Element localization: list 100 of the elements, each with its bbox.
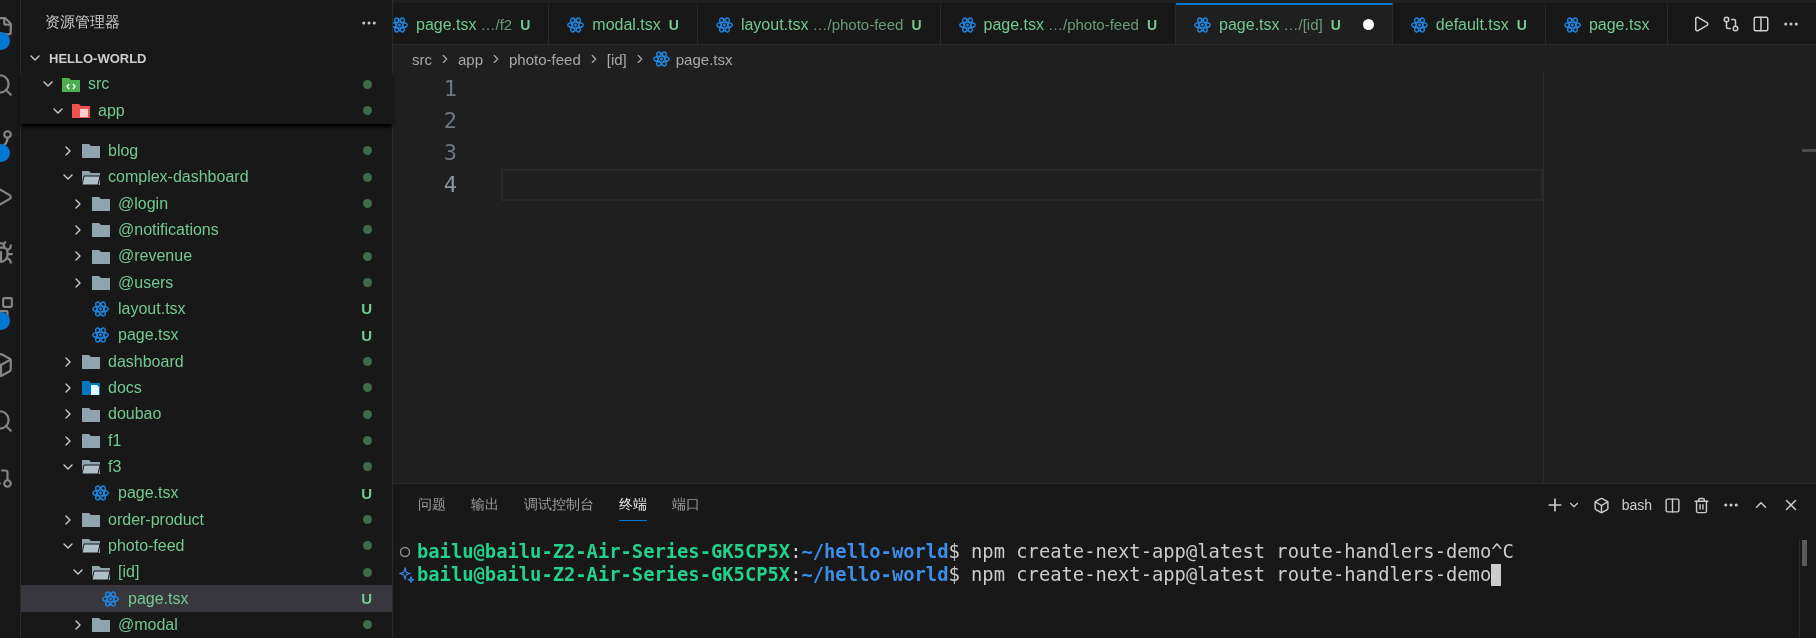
atom-icon [92,485,109,502]
workspace-header[interactable]: HELLO-WORLD [21,45,392,72]
breadcrumb-item[interactable]: page.tsx [675,50,733,68]
folder-item[interactable]: @users [21,269,392,296]
file-name: complex-dashboard [108,168,250,187]
git-status: U [361,326,372,344]
folder-item[interactable]: f1 [21,427,392,454]
atom-icon [1410,16,1428,33]
breadcrumb-item[interactable]: src [412,50,432,68]
folder-item[interactable]: src [21,71,392,98]
open-folder-icon [82,459,100,475]
file-name: dashboard [108,352,185,371]
panel-tab[interactable]: 终端 [619,489,647,521]
open-folder-icon [82,169,100,185]
split-editor-icon[interactable] [1752,14,1770,33]
folder-icon [82,433,100,449]
atom-icon [1563,16,1581,33]
code-folder-icon [62,76,80,92]
scrollbar-thumb [1802,540,1807,566]
folder-item[interactable]: app [21,97,392,124]
atom-icon [1194,16,1212,33]
file-name: @login [118,194,170,213]
run-icon[interactable] [1692,14,1710,33]
breadcrumb-item[interactable]: photo-feed [509,50,581,68]
file-item[interactable]: layout.tsx U [21,295,392,323]
folder-item[interactable]: @notifications [21,216,392,244]
file-name: @revenue [118,247,194,266]
folder-item[interactable]: @login [21,190,392,217]
git-status: U [520,16,531,33]
file-name: f3 [108,457,123,476]
folder-icon [92,222,110,238]
line-number: 1 [442,75,457,103]
folder-item[interactable]: complex-dashboard [21,164,392,191]
explorer-title: 资源管理器 [45,13,120,33]
sparkle-icon [399,566,415,583]
file-name: @notifications [118,220,220,239]
folder-item[interactable]: doubao [21,401,392,428]
cube-icon [1592,496,1610,514]
folder-item[interactable]: [id] [21,559,392,586]
terminal-line: bailu@bailu-Z2-Air-Series-GK5CP5X:~/hello-world$ npm create-next-app@latest route-handlers-demo^C [399,540,1799,563]
folder-item[interactable]: @modal [21,611,392,638]
terminal-line: bailu@bailu-Z2-Air-Series-GK5CP5X:~/hello-world$ npm create-next-app@latest route-handlers-demo [399,563,1799,586]
panel-tab[interactable]: 输出 [471,489,499,521]
folder-item[interactable]: order-product [21,506,392,533]
file-name: app [98,101,126,120]
line-number: 4 [442,171,457,199]
folder-item[interactable]: photo-feed [21,532,392,559]
file-name: @modal [118,615,179,634]
file-name: page.tsx [118,326,180,345]
folder-icon [92,617,110,633]
folder-item[interactable]: f3 [21,453,392,481]
folder-icon [82,406,100,422]
folder-icon [92,196,110,212]
file-name: @users [118,273,175,292]
panel-tab[interactable]: 端口 [672,489,700,521]
git-status: U [361,300,372,318]
git-status: U [1330,16,1341,33]
folder-item[interactable]: docs [21,374,392,402]
folder-item[interactable]: @revenue [21,243,392,270]
atom-icon [92,327,109,344]
breadcrumb-item[interactable]: [id] [606,50,627,68]
folder-icon [82,143,100,159]
atom-icon [715,16,733,33]
file-name: order-product [108,510,206,529]
atom-icon [92,300,109,317]
file-item[interactable]: page.tsx U [21,480,392,507]
scroll-marker [1802,149,1816,152]
atom-icon [958,16,976,33]
file-name: src [88,75,111,94]
git-status: U [911,16,922,33]
git-status: U [361,484,372,502]
file-item[interactable]: page.tsx U [21,585,392,612]
trash-icon[interactable] [1693,496,1710,514]
line-number: 2 [442,107,457,135]
folder-icon [92,248,110,264]
open-folder-icon [92,564,110,580]
panel-tab[interactable]: 问题 [418,489,446,521]
atom-icon [567,16,585,33]
panel-tab[interactable]: 调试控制台 [524,489,594,521]
file-item[interactable]: page.tsx U [21,322,392,349]
split-terminal-icon[interactable] [1664,496,1681,514]
line-number: 3 [442,139,457,167]
git-status: U [668,16,679,33]
file-name: [id] [118,563,141,582]
editor-tab[interactable]: page.tsx …/f2 U [393,3,550,44]
git-status: U [1146,16,1158,33]
atom-icon [102,590,119,607]
shell-name[interactable]: bash [1621,497,1652,513]
file-name: blog [108,141,140,160]
atom-icon [393,16,408,33]
folder-item[interactable]: dashboard [21,348,392,375]
compare-icon[interactable] [1722,14,1740,33]
file-name: layout.tsx [118,299,187,318]
git-status: U [361,590,372,607]
folder-item[interactable]: blog [21,137,392,165]
atom-icon [652,51,670,67]
breadcrumb-item[interactable]: app [458,50,484,68]
grid-folder-icon [72,103,90,119]
file-name: photo-feed [108,536,186,555]
editor-tab[interactable]: page.tsx …/[id] U [1176,3,1393,44]
